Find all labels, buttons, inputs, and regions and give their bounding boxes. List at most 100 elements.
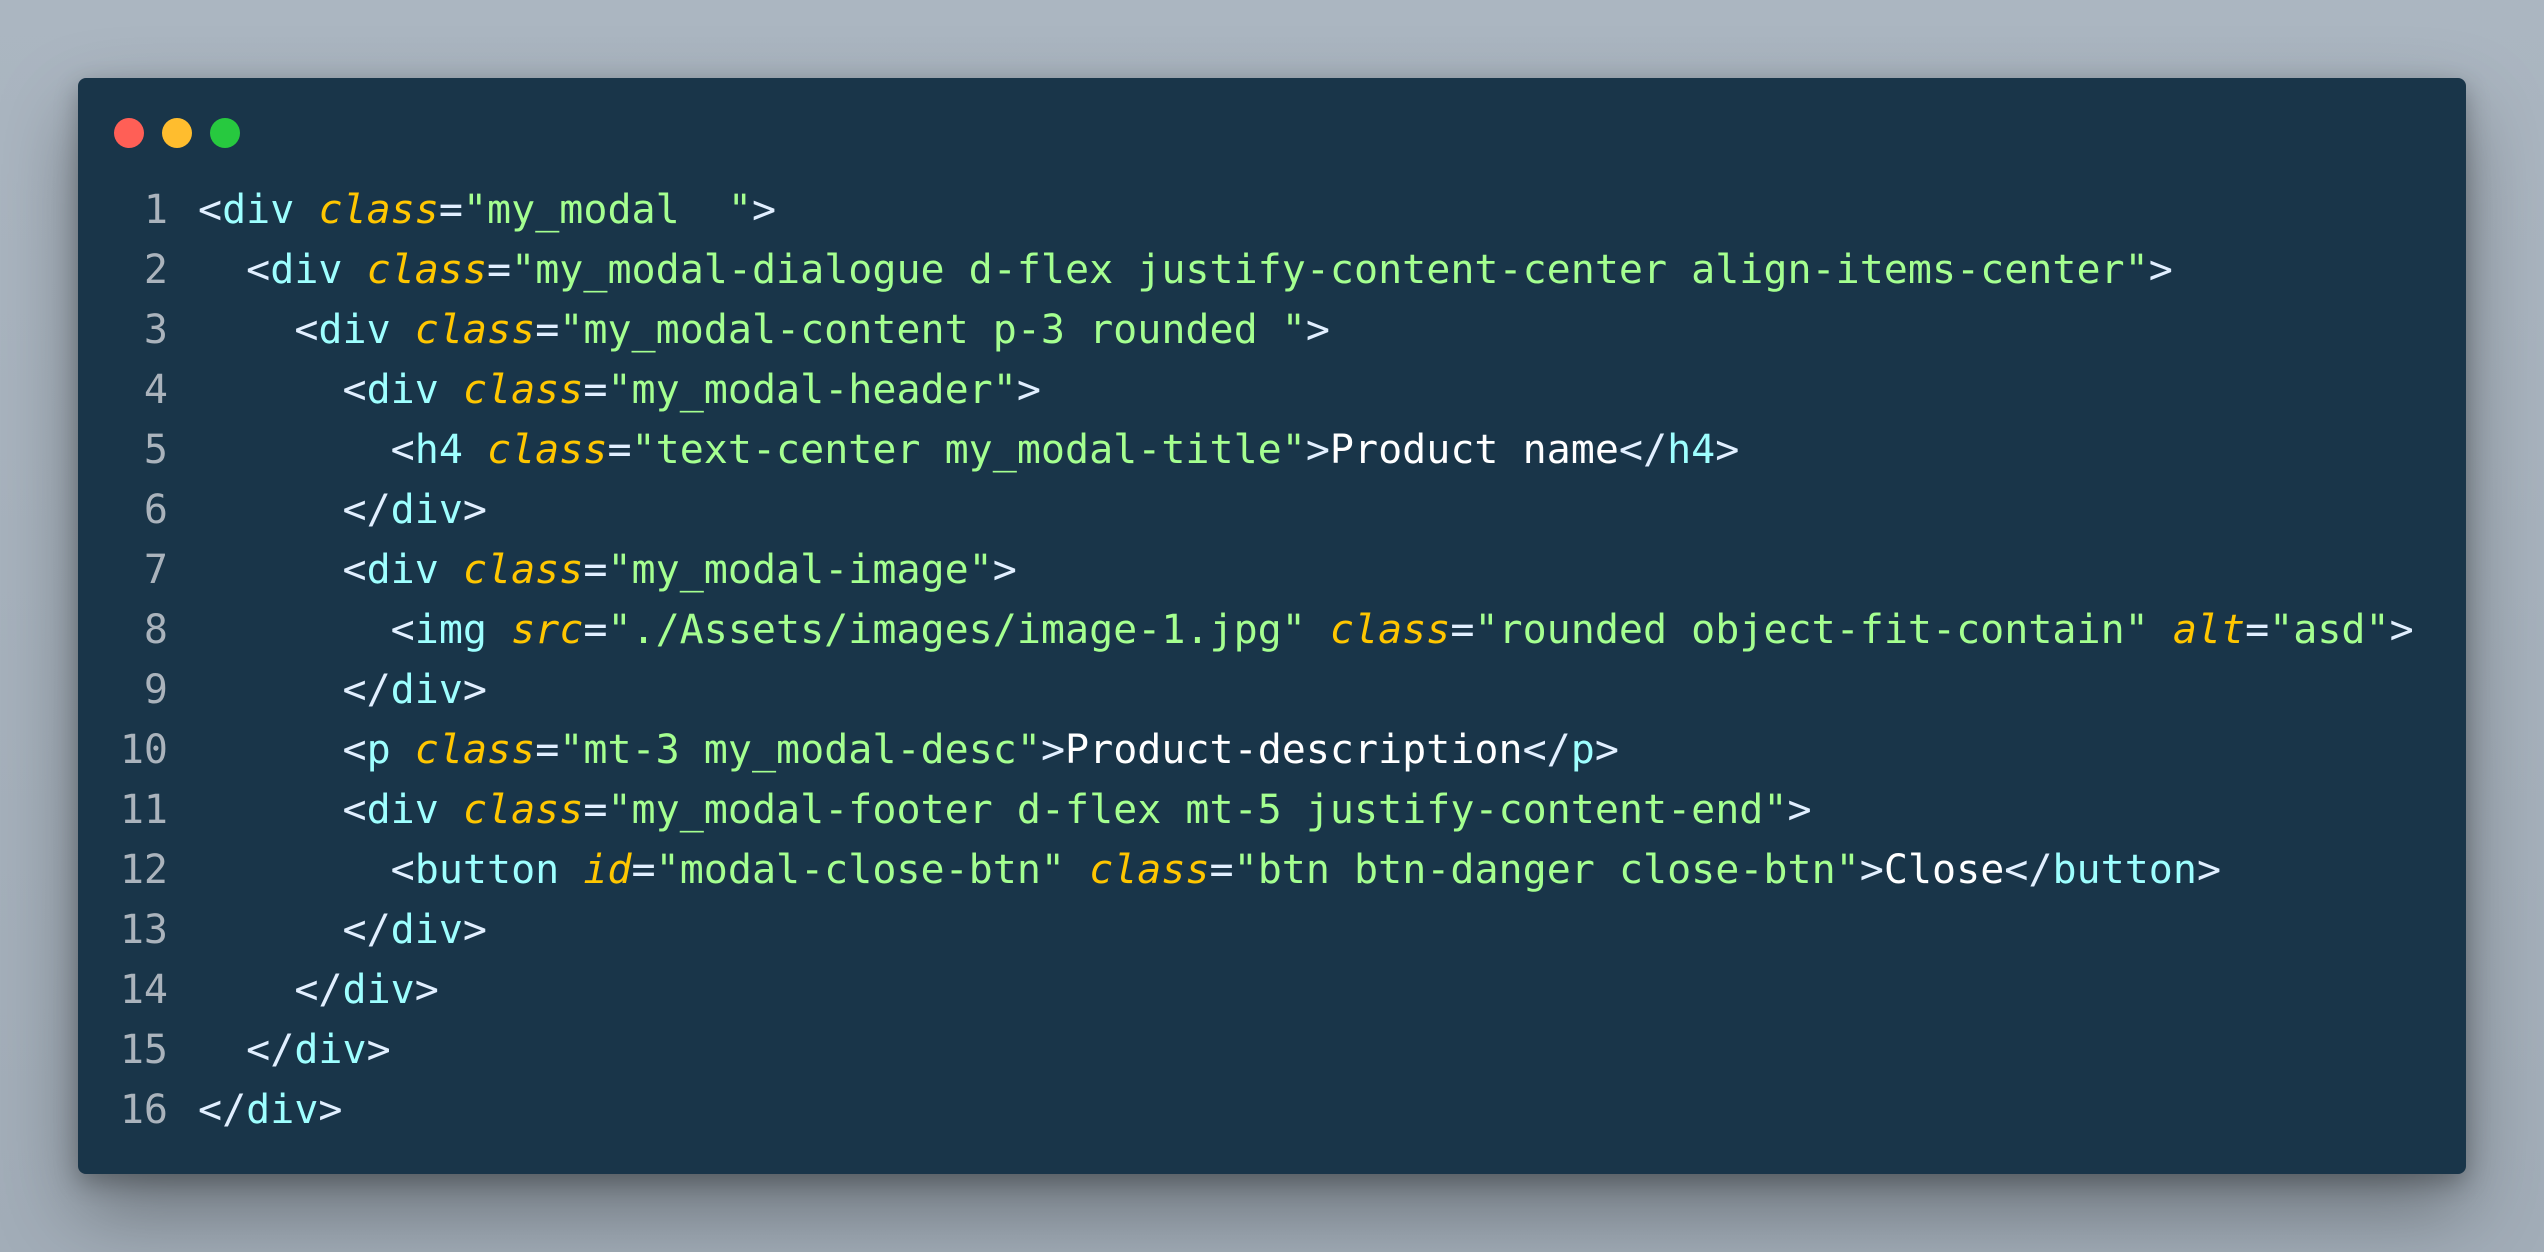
code-text: Close xyxy=(1883,847,2005,893)
code-string: "./Assets/images/image-1.jpg" xyxy=(607,607,1306,653)
code-tag-name: div xyxy=(390,487,463,533)
code-punctuation: </ xyxy=(1522,727,1571,773)
code-line: 3 <div class="my_modal-content p-3 round… xyxy=(78,300,2466,360)
code-line: 5 < h4 class="text-center my_modal-title"… xyxy=(78,420,2466,480)
code-line: 11 <div class="my_modal-footer d-flex mt… xyxy=(78,780,2466,840)
code-text: Product-description xyxy=(1065,727,1523,773)
code-source: <h4 class="text-center my_modal-title">P… xyxy=(168,420,1740,480)
code-punctuation: </ xyxy=(2004,847,2053,893)
code-source: <div class="my_modal-dialogue d-flex jus… xyxy=(168,240,2173,300)
code-block: 1 <div class="my_modal "> 2 <div class="my… xyxy=(78,180,2466,1140)
code-punctuation: = xyxy=(1450,607,1475,653)
code-string: "text-center my_modal-title" xyxy=(631,427,1306,473)
code-punctuation: </ xyxy=(1618,427,1668,473)
code-attribute: class xyxy=(318,187,439,233)
code-punctuation: < xyxy=(246,247,271,293)
code-window: 1 <div class="my_modal "> 2 <div class="my… xyxy=(78,78,2466,1174)
code-punctuation: = xyxy=(1209,847,1234,893)
code-attribute: class xyxy=(462,787,584,833)
line-number: 14 xyxy=(119,967,168,1013)
code-string: "my_modal-header" xyxy=(607,367,1017,413)
code-tag-name: p xyxy=(366,727,391,773)
code-punctuation: </ xyxy=(342,667,391,713)
code-punctuation: > xyxy=(1715,427,1740,473)
code-punctuation: < xyxy=(342,547,367,593)
code-punctuation: = xyxy=(583,367,608,413)
code-line: 16 </div> xyxy=(78,1080,2466,1140)
code-punctuation: < xyxy=(342,727,367,773)
code-line: 8 <img src="./Assets/images/image-1.jpg"… xyxy=(78,600,2466,660)
code-punctuation: </ xyxy=(198,1087,247,1133)
code-line: 7 <div class="my_modal-image"> xyxy=(78,540,2466,600)
code-line: 4 <div class="my_modal-header"> xyxy=(78,360,2466,420)
code-tag-name: div xyxy=(390,907,463,953)
code-line: 12 <button id="modal-close-btn" class="b… xyxy=(78,840,2466,900)
code-string: "rounded object-fit-contain" xyxy=(1474,607,2149,653)
line-number: 8 xyxy=(143,607,168,653)
code-source: <div class="my_modal-footer d-flex mt-5 … xyxy=(168,780,1812,840)
code-string: "my_modal-image" xyxy=(607,547,993,593)
code-string: "my_modal-dialogue d-flex justify-conten… xyxy=(511,247,2149,293)
code-line: 6 </div> xyxy=(78,480,2466,540)
code-attribute: class xyxy=(1089,847,1210,893)
code-source: <div class="my_modal-header"> xyxy=(168,360,1041,420)
code-punctuation: = xyxy=(631,847,656,893)
line-number: 5 xyxy=(143,427,168,473)
code-punctuation: > xyxy=(2389,607,2414,653)
code-punctuation: = xyxy=(583,787,608,833)
code-line: 13 </div> xyxy=(78,900,2466,960)
code-attribute: class xyxy=(487,427,608,473)
code-punctuation: = xyxy=(438,187,463,233)
code-attribute: src xyxy=(511,607,584,653)
code-attribute: class xyxy=(1329,607,1451,653)
code-attribute: class xyxy=(414,307,536,353)
code-punctuation: > xyxy=(1305,427,1330,473)
code-punctuation: = xyxy=(607,427,632,473)
code-punctuation: > xyxy=(1305,307,1330,353)
close-dot-icon[interactable] xyxy=(114,118,144,148)
code-tag-name: button xyxy=(414,847,560,893)
line-number: 10 xyxy=(119,727,168,773)
code-line: 14 </div> xyxy=(78,960,2466,1020)
code-punctuation: > xyxy=(2148,247,2173,293)
code-punctuation: = xyxy=(535,727,560,773)
code-punctuation: = xyxy=(535,307,560,353)
code-source: <button id="modal-close-btn" class="btn … xyxy=(168,840,2221,900)
code-source: </div> xyxy=(168,1080,343,1140)
code-punctuation: < xyxy=(390,607,415,653)
code-punctuation: > xyxy=(1787,787,1812,833)
line-number: 9 xyxy=(143,667,168,713)
code-punctuation: < xyxy=(342,787,367,833)
code-punctuation: > xyxy=(2196,847,2222,893)
code-line: 9 </div> xyxy=(78,660,2466,720)
code-punctuation: < xyxy=(390,427,415,473)
maximize-dot-icon[interactable] xyxy=(210,118,240,148)
code-tag-name: div xyxy=(294,1027,367,1073)
code-tag-name: p xyxy=(1570,727,1595,773)
code-tag-name: div xyxy=(366,547,439,593)
code-tag-name: div xyxy=(342,967,415,1013)
line-number: 16 xyxy=(119,1087,168,1133)
code-punctuation: > xyxy=(414,967,439,1013)
code-tag-name: h4 xyxy=(1667,427,1716,473)
line-number: 12 xyxy=(119,847,168,893)
line-number: 2 xyxy=(143,247,168,293)
minimize-dot-icon[interactable] xyxy=(162,118,192,148)
